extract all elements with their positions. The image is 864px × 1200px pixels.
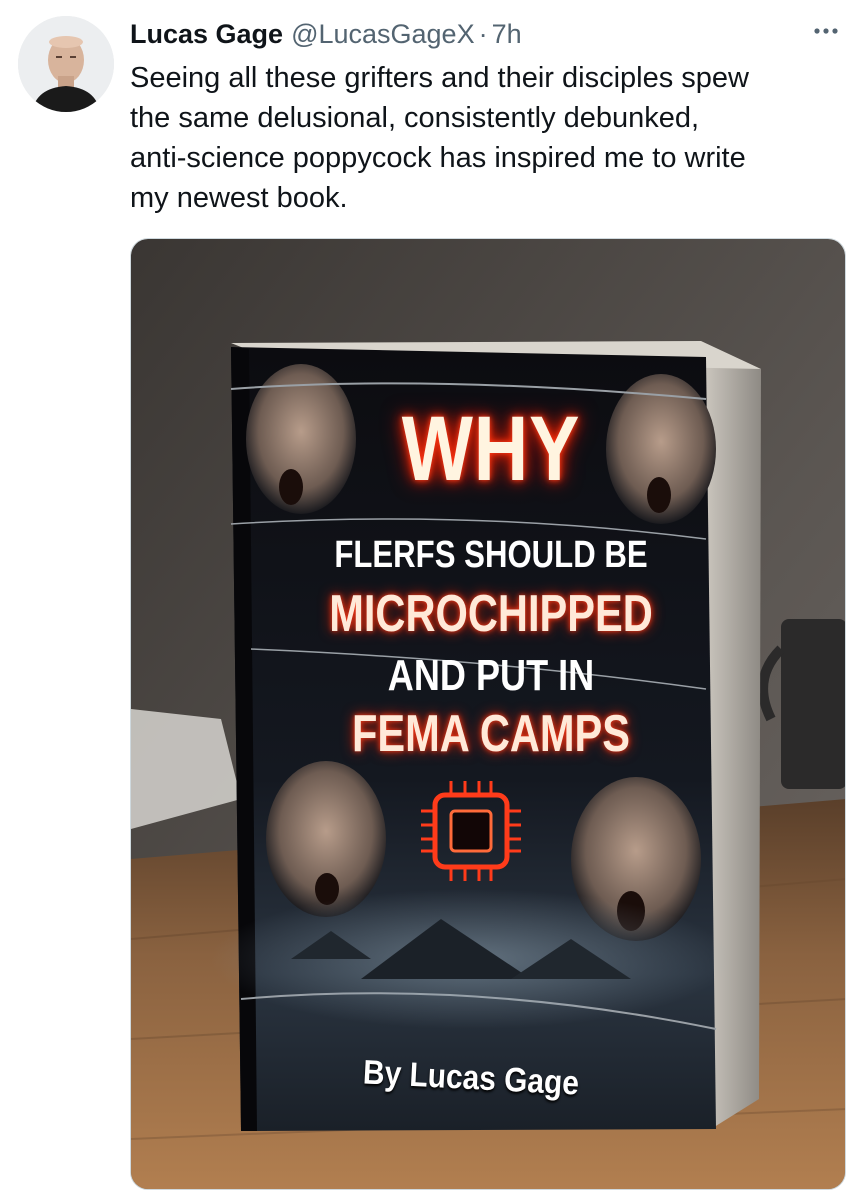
tweet-text: Seeing all these grifters and their disc… (130, 62, 749, 214)
more-button[interactable] (806, 14, 846, 48)
tweet-media[interactable]: WHY FLERFS SHOULD BE MICROCHIPPED AND PU… (130, 238, 846, 1190)
avatar-image (18, 16, 114, 112)
more-dots-icon (814, 28, 838, 34)
avatar[interactable] (18, 16, 114, 112)
separator-dot: · (478, 18, 488, 49)
book-photo (131, 239, 845, 1189)
timestamp[interactable]: 7h (492, 19, 522, 50)
author-name[interactable]: Lucas Gage (130, 19, 283, 50)
tweet-header: Lucas Gage @LucasGageX · 7h (130, 14, 844, 54)
author-handle[interactable]: @LucasGageX (291, 19, 475, 50)
